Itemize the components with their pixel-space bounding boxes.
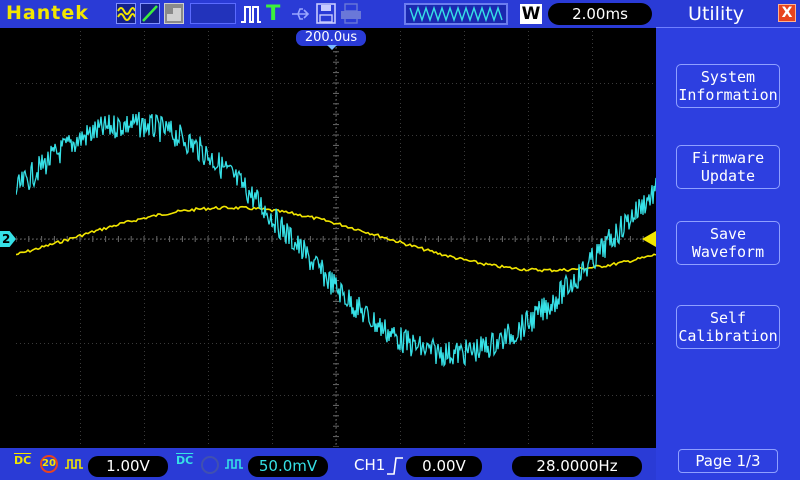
- trigger-position-label[interactable]: 200.0us: [296, 30, 366, 46]
- ch1-coupling-badge: DC: [14, 454, 32, 467]
- rising-edge-icon: [387, 457, 403, 475]
- window-mode-badge: W: [520, 4, 542, 24]
- panel-header: Utility X: [656, 0, 800, 28]
- pulse-icon: [241, 6, 261, 23]
- panel-title: Utility: [688, 3, 744, 25]
- utility-menu-panel: Utility X System Information Firmware Up…: [656, 0, 800, 480]
- graticule-grid: [16, 31, 656, 447]
- waveform-display[interactable]: [16, 31, 656, 447]
- trigger-level-marker[interactable]: [642, 231, 656, 247]
- ch2-square-wave-icon: [225, 459, 243, 469]
- trigger-source-label: CH1: [354, 456, 386, 474]
- self-calibration-button[interactable]: Self Calibration: [676, 305, 780, 349]
- ch2-scale-value[interactable]: 50.0mV: [248, 456, 328, 477]
- usb-icon: [292, 8, 310, 20]
- page-indicator-button[interactable]: Page 1/3: [678, 449, 778, 473]
- timebase-group: W 2.00ms: [404, 2, 654, 26]
- trigger-position-arrow: [327, 45, 337, 50]
- save-disk-icon: [316, 3, 336, 24]
- system-information-button[interactable]: System Information: [676, 64, 780, 108]
- frequency-value: 28.0000Hz: [512, 456, 642, 477]
- ch2-offset-marker[interactable]: 2: [0, 231, 16, 247]
- ch1-bandwidth-limit-badge: 20: [40, 455, 58, 473]
- status-slot: [190, 3, 236, 24]
- grey-pattern-icon[interactable]: [164, 3, 184, 24]
- firmware-update-button[interactable]: Firmware Update: [676, 145, 780, 189]
- save-waveform-button[interactable]: Save Waveform: [676, 221, 780, 265]
- ch1-square-wave-icon: [65, 459, 83, 469]
- acquisition-window-indicator[interactable]: [404, 3, 508, 25]
- trigger-t-icon: T: [266, 1, 281, 25]
- ch2-bandwidth-icon: [201, 456, 219, 474]
- trigger-level-value[interactable]: 0.00V: [406, 456, 482, 477]
- brand-logo: Hantek: [6, 2, 89, 24]
- ramp-icon[interactable]: [140, 3, 160, 24]
- printer-icon: [341, 3, 361, 24]
- timebase-value[interactable]: 2.00ms: [548, 3, 652, 25]
- close-icon[interactable]: X: [778, 4, 796, 22]
- top-status-bar: Hantek T W 2.00ms: [0, 0, 656, 28]
- ch1-scale-value[interactable]: 1.00V: [88, 456, 168, 477]
- ch2-coupling-badge: DC: [176, 454, 194, 467]
- sine-wave-icon[interactable]: [116, 3, 136, 24]
